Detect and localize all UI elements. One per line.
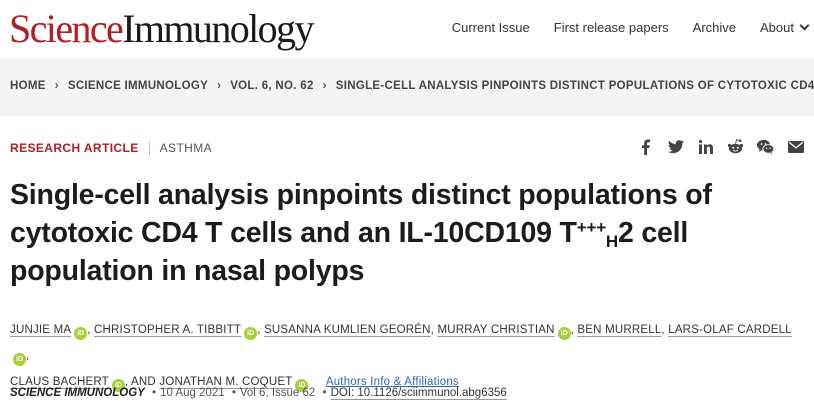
separator-dot: • xyxy=(152,387,157,399)
wechat-icon[interactable] xyxy=(757,138,774,155)
orcid-icon[interactable]: iD xyxy=(244,327,258,340)
doi-link[interactable]: DOI: 10.1126/sciimmunol.abg6356 xyxy=(331,387,507,399)
orcid-icon[interactable]: iD xyxy=(74,327,88,340)
article-type[interactable]: RESEARCH ARTICLE xyxy=(10,141,139,155)
author-name[interactable]: BEN MURRELL xyxy=(577,324,661,336)
twitter-icon[interactable] xyxy=(667,138,684,155)
nav-first-release-papers[interactable]: First release papers xyxy=(554,20,669,35)
chevron-right-icon: › xyxy=(54,80,59,92)
breadcrumb: HOME › SCIENCE IMMUNOLOGY › VOL. 6, NO. … xyxy=(10,80,814,92)
title-subscript: H xyxy=(605,232,618,251)
breadcrumb-article: SINGLE-CELL ANALYSIS PINPOINTS DISTINCT … xyxy=(335,80,814,92)
share-bar xyxy=(637,138,804,155)
breadcrumb-home[interactable]: HOME xyxy=(10,80,46,92)
orcid-icon[interactable]: iD xyxy=(557,327,571,340)
nav-about-dropdown[interactable]: About xyxy=(760,20,814,35)
citation-line: SCIENCE IMMUNOLOGY • 10 Aug 2021 • Vol 6, … xyxy=(10,387,507,399)
author-name[interactable]: JUNJIE MA xyxy=(10,324,71,336)
citation-date: 10 Aug 2021 xyxy=(160,387,225,399)
nav-archive[interactable]: Archive xyxy=(693,20,736,35)
breadcrumb-issue[interactable]: VOL. 6, NO. 62 xyxy=(230,80,313,92)
citation-volume[interactable]: Vol 6, Issue 62 xyxy=(240,387,315,399)
author-name[interactable]: LARS-OLAF CARDELL xyxy=(668,324,792,336)
author-list: JUNJIE MA iD, CHRISTOPHER A. TIBBITT iD, S… xyxy=(10,317,800,395)
article-topic[interactable]: ASTHMA xyxy=(160,141,212,155)
author-name[interactable]: MURRAY CHRISTIAN xyxy=(437,324,554,336)
site-header: ScienceImmunology Current Issue First re… xyxy=(0,0,814,58)
linkedin-icon[interactable] xyxy=(697,138,714,155)
chevron-right-icon: › xyxy=(217,80,222,92)
separator-dot: • xyxy=(322,387,327,399)
article-title: Single-cell analysis pinpoints distinct … xyxy=(10,176,800,290)
nav-current-issue[interactable]: Current Issue xyxy=(452,20,530,35)
title-superscript: +++ xyxy=(576,218,606,237)
citation-journal[interactable]: SCIENCE IMMUNOLOGY xyxy=(10,387,145,399)
breadcrumb-bar: HOME › SCIENCE IMMUNOLOGY › VOL. 6, NO. … xyxy=(0,58,814,116)
divider xyxy=(148,141,150,155)
breadcrumb-journal[interactable]: SCIENCE IMMUNOLOGY xyxy=(68,80,208,92)
journal-logo[interactable]: ScienceImmunology xyxy=(9,8,314,50)
facebook-icon[interactable] xyxy=(637,138,654,155)
separator-dot: • xyxy=(231,387,236,399)
orcid-icon[interactable]: iD xyxy=(13,353,26,366)
email-icon[interactable] xyxy=(787,138,804,155)
chevron-right-icon: › xyxy=(322,80,327,92)
reddit-icon[interactable] xyxy=(727,138,744,155)
nav-about-label: About xyxy=(760,20,794,35)
author-name[interactable]: SUSANNA KUMLIEN GEORÉN xyxy=(264,324,431,336)
chevron-down-icon xyxy=(799,20,810,31)
author-name[interactable]: CHRISTOPHER A. TIBBITT xyxy=(94,324,241,336)
article-meta: RESEARCH ARTICLE ASTHMA xyxy=(10,141,212,155)
main-nav: Current Issue First release papers Archi… xyxy=(428,20,814,35)
